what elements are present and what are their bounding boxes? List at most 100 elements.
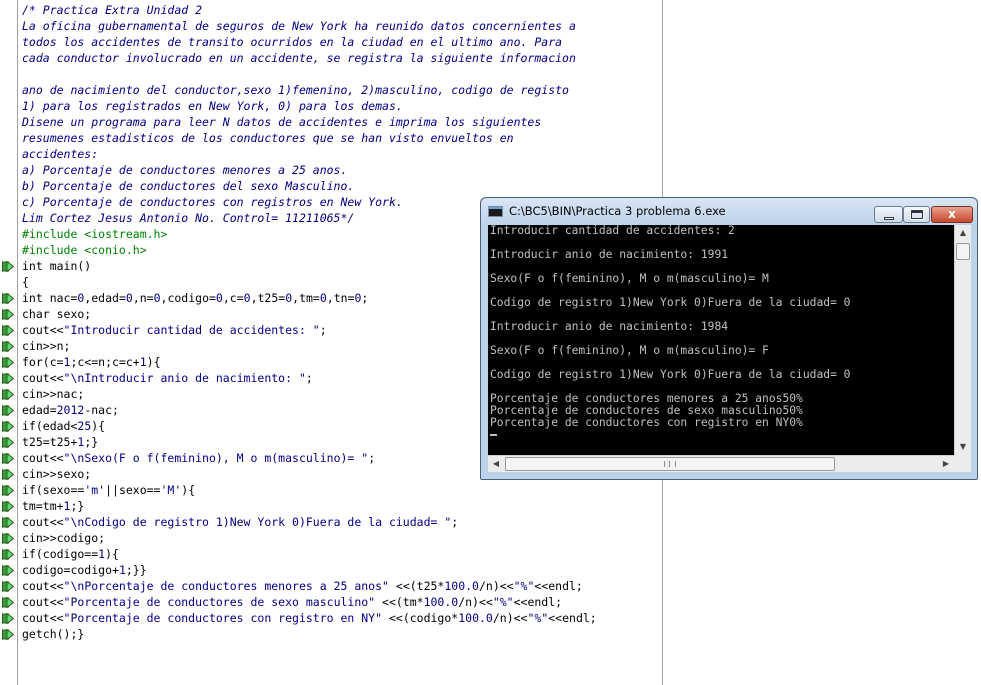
code-token: cout<< xyxy=(22,595,64,609)
vertical-scrollbar[interactable]: ▲ ▼ xyxy=(954,225,971,455)
code-token: todos los accidentes de transito ocurrid… xyxy=(22,35,563,49)
close-button[interactable]: x xyxy=(931,206,973,223)
code-line[interactable]: cout<<"\nPorcentaje de conductores menor… xyxy=(22,578,597,594)
console-output[interactable]: Introducir cantidad de accidentes: 2 Intr… xyxy=(488,225,954,455)
code-line[interactable] xyxy=(22,66,597,82)
console-app-icon xyxy=(488,206,503,217)
code-line[interactable]: a) Porcentaje de conductores menores a 2… xyxy=(22,162,597,178)
vertical-scroll-thumb[interactable] xyxy=(956,243,970,260)
horizontal-scroll-thumb[interactable] xyxy=(505,457,835,471)
code-token: 1) para los registrados en New York, 0) … xyxy=(22,99,403,113)
code-line[interactable]: Disene un programa para leer N datos de … xyxy=(22,114,597,130)
code-token: /n)<< xyxy=(458,595,493,609)
console-window[interactable]: C:\BC5\BIN\Practica 3 problema 6.exe x I… xyxy=(480,197,978,480)
code-line[interactable]: cout<<"Porcentaje de conductores de sexo… xyxy=(22,594,597,610)
code-token: 0 xyxy=(243,291,251,305)
code-line[interactable]: 1) para los registrados en New York, 0) … xyxy=(22,98,597,114)
horizontal-scrollbar[interactable]: ◀ ▶ xyxy=(488,455,954,472)
breakpoint-arrow-icon[interactable] xyxy=(2,517,14,528)
editor-gutter[interactable] xyxy=(0,0,18,685)
code-token: ){ xyxy=(105,547,119,561)
breakpoint-arrow-icon[interactable] xyxy=(2,405,14,416)
console-line: Introducir anio de nacimiento: 1991 xyxy=(490,248,729,261)
breakpoint-arrow-icon[interactable] xyxy=(2,357,14,368)
code-line[interactable]: b) Porcentaje de conductores del sexo Ma… xyxy=(22,178,597,194)
code-line[interactable]: codigo=codigo+1;}} xyxy=(22,562,597,578)
code-line[interactable]: cada conductor involucrado en un acciden… xyxy=(22,50,597,66)
breakpoint-arrow-icon[interactable] xyxy=(2,565,14,576)
code-line[interactable]: if(sexo=='m'||sexo=='M'){ xyxy=(22,482,597,498)
code-token: ;} xyxy=(70,499,85,513)
code-line[interactable]: tm=tm+1;} xyxy=(22,498,597,514)
code-token: <<endl; xyxy=(534,579,583,593)
code-token: <<endl; xyxy=(548,611,597,625)
code-token: ,t25= xyxy=(250,291,286,305)
minimize-button[interactable] xyxy=(874,206,903,223)
code-token: /* Practica Extra Unidad 2 xyxy=(22,3,203,17)
code-token: cin>>n; xyxy=(22,339,71,353)
breakpoint-arrow-icon[interactable] xyxy=(2,613,14,624)
breakpoint-arrow-icon[interactable] xyxy=(2,341,14,352)
code-line[interactable]: accidentes: xyxy=(22,146,597,162)
code-line[interactable]: /* Practica Extra Unidad 2 xyxy=(22,2,597,18)
code-token: int main() xyxy=(22,259,92,273)
code-token: ,tm= xyxy=(292,291,320,305)
code-token: ; xyxy=(305,371,313,385)
code-line[interactable]: getch();} xyxy=(22,626,597,642)
code-token: ,edad= xyxy=(84,291,126,305)
maximize-button[interactable] xyxy=(903,206,930,223)
scroll-left-arrow-icon[interactable]: ◀ xyxy=(488,456,504,472)
console-text: Introducir cantidad de accidentes: 2 Intr… xyxy=(490,225,850,441)
code-token: if(sexo== xyxy=(22,483,85,497)
breakpoint-arrow-icon[interactable] xyxy=(2,469,14,480)
breakpoint-arrow-icon[interactable] xyxy=(2,453,14,464)
code-token: <<(t25* xyxy=(388,579,445,593)
console-line: Introducir cantidad de accidentes: 2 xyxy=(490,225,735,237)
breakpoint-arrow-icon[interactable] xyxy=(2,581,14,592)
breakpoint-arrow-icon[interactable] xyxy=(2,533,14,544)
breakpoint-arrow-icon[interactable] xyxy=(2,501,14,512)
code-token: /n)<< xyxy=(478,579,514,593)
code-token: for(c= xyxy=(22,355,64,369)
breakpoint-arrow-icon[interactable] xyxy=(2,549,14,560)
code-token: edad= xyxy=(22,403,57,417)
code-token: #include <conio.h> xyxy=(22,243,147,257)
breakpoint-arrow-icon[interactable] xyxy=(2,309,14,320)
code-line[interactable]: cout<<"\nCodigo de registro 1)New York 0… xyxy=(22,514,597,530)
console-title-bar[interactable]: C:\BC5\BIN\Practica 3 problema 6.exe x xyxy=(481,198,977,224)
code-token: ; xyxy=(368,451,376,465)
code-line[interactable]: La oficina gubernamental de seguros de N… xyxy=(22,18,597,34)
breakpoint-arrow-icon[interactable] xyxy=(2,293,14,304)
breakpoint-arrow-icon[interactable] xyxy=(2,437,14,448)
code-token: "\nSexo(F o f(feminino), M o m(masculino… xyxy=(63,451,369,465)
breakpoint-arrow-icon[interactable] xyxy=(2,421,14,432)
code-token: "\nIntroducir anio de nacimiento: " xyxy=(63,371,306,385)
code-token: 0 xyxy=(125,291,133,305)
breakpoint-arrow-icon[interactable] xyxy=(2,325,14,336)
code-token: "Introducir cantidad de accidentes: " xyxy=(63,323,320,337)
scroll-right-arrow-icon[interactable]: ▶ xyxy=(938,456,954,472)
code-token: ; xyxy=(319,323,327,337)
code-token: ;} xyxy=(84,435,99,449)
code-line[interactable]: todos los accidentes de transito ocurrid… xyxy=(22,34,597,50)
code-token: t25=t25+ xyxy=(22,435,78,449)
code-line[interactable]: resumenes estadisticos de los conductore… xyxy=(22,130,597,146)
scroll-up-arrow-icon[interactable]: ▲ xyxy=(955,225,971,241)
breakpoint-arrow-icon[interactable] xyxy=(2,485,14,496)
code-token: 0 xyxy=(319,291,327,305)
breakpoint-arrow-icon[interactable] xyxy=(2,597,14,608)
code-token: cout<< xyxy=(22,611,64,625)
breakpoint-arrow-icon[interactable] xyxy=(2,389,14,400)
code-token: "Porcentaje de conductores de sexo mascu… xyxy=(63,595,376,609)
code-line[interactable]: if(codigo==1){ xyxy=(22,546,597,562)
breakpoint-arrow-icon[interactable] xyxy=(2,373,14,384)
code-line[interactable]: ano de nacimiento del conductor,sexo 1)f… xyxy=(22,82,597,98)
code-line[interactable]: cin>>codigo; xyxy=(22,530,597,546)
breakpoint-arrow-icon[interactable] xyxy=(2,261,14,272)
code-token: 25 xyxy=(77,419,92,433)
code-token: "%" xyxy=(527,611,549,625)
code-token: "%" xyxy=(513,579,535,593)
code-line[interactable]: cout<<"Porcentaje de conductores con reg… xyxy=(22,610,597,626)
breakpoint-arrow-icon[interactable] xyxy=(2,629,14,640)
scroll-down-arrow-icon[interactable]: ▼ xyxy=(955,439,971,455)
